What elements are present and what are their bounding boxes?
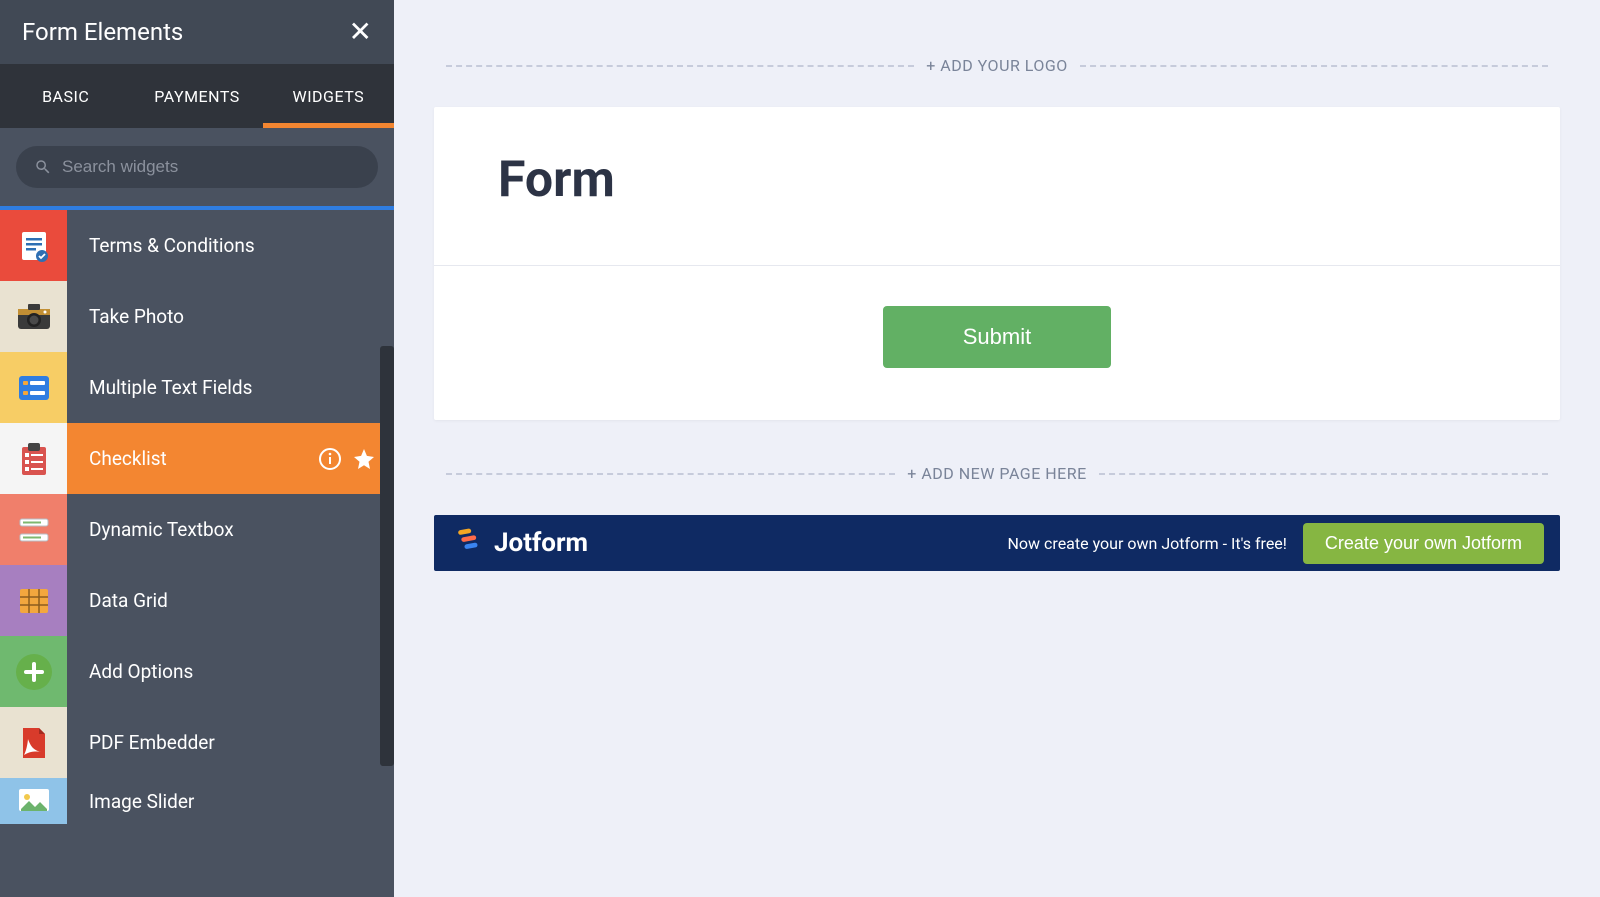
image-slider-icon (0, 778, 67, 824)
close-icon[interactable]: ✕ (349, 18, 372, 46)
promo-text: Now create your own Jotform - It's free! (1008, 534, 1287, 553)
jotform-logo-icon (454, 525, 484, 562)
form-title: Form (498, 151, 1496, 209)
add-page-label: + ADD NEW PAGE HERE (907, 464, 1086, 483)
tab-label: BASIC (42, 87, 89, 106)
promo-brand: Jotform (494, 528, 588, 558)
search-box[interactable] (16, 146, 378, 188)
pdf-icon (0, 707, 67, 778)
grid-icon (0, 565, 67, 636)
widget-terms-and-conditions[interactable]: Terms & Conditions (0, 210, 394, 281)
tab-widgets[interactable]: WIDGETS (263, 64, 394, 128)
promo-bar: Jotform Now create your own Jotform - It… (434, 515, 1560, 571)
widget-checklist[interactable]: Checklist (0, 423, 394, 494)
widget-dynamic-textbox[interactable]: Dynamic Textbox (0, 494, 394, 565)
search-wrap (0, 128, 394, 206)
submit-button[interactable]: Submit (883, 306, 1111, 368)
sidebar: Form Elements ✕ BASIC PAYMENTS WIDGETS T… (0, 0, 394, 897)
widget-multiple-text-fields[interactable]: Multiple Text Fields (0, 352, 394, 423)
sidebar-title: Form Elements (22, 18, 183, 46)
promo-logo: Jotform (454, 525, 588, 562)
add-logo-divider[interactable]: + ADD YOUR LOGO (434, 56, 1560, 75)
sidebar-tabs: BASIC PAYMENTS WIDGETS (0, 64, 394, 128)
promo-cta-button[interactable]: Create your own Jotform (1303, 523, 1544, 564)
widget-label: Dynamic Textbox (67, 518, 394, 541)
plus-icon (0, 636, 67, 707)
add-page-divider[interactable]: + ADD NEW PAGE HERE (434, 464, 1560, 483)
widget-label: Add Options (67, 660, 394, 683)
camera-icon (0, 281, 67, 352)
form-submit-area: Submit (434, 266, 1560, 420)
widget-label: Terms & Conditions (67, 234, 394, 257)
info-icon[interactable] (318, 447, 342, 471)
dynamic-textbox-icon (0, 494, 67, 565)
scrollbar[interactable] (380, 346, 394, 766)
widget-take-photo[interactable]: Take Photo (0, 281, 394, 352)
document-check-icon (0, 210, 67, 281)
tab-payments[interactable]: PAYMENTS (131, 64, 262, 128)
star-icon[interactable] (352, 447, 376, 471)
checklist-icon (0, 423, 67, 494)
widget-pdf-embedder[interactable]: PDF Embedder (0, 707, 394, 778)
search-icon (34, 158, 52, 176)
search-input[interactable] (62, 157, 360, 177)
form-card: Form Submit (434, 107, 1560, 420)
widget-label: Data Grid (67, 589, 394, 612)
widget-label: Take Photo (67, 305, 394, 328)
widget-image-slider[interactable]: Image Slider (0, 778, 394, 824)
widget-add-options[interactable]: Add Options (0, 636, 394, 707)
widget-label: PDF Embedder (67, 731, 394, 754)
form-canvas: + ADD YOUR LOGO Form Submit + ADD NEW PA… (394, 0, 1600, 897)
text-fields-icon (0, 352, 67, 423)
widget-list[interactable]: Terms & Conditions Take Photo Multiple T… (0, 206, 394, 897)
widget-label: Multiple Text Fields (67, 376, 394, 399)
sidebar-header: Form Elements ✕ (0, 0, 394, 64)
tab-label: WIDGETS (293, 87, 365, 106)
add-logo-label: + ADD YOUR LOGO (926, 56, 1068, 75)
widget-label: Checklist (67, 447, 318, 470)
widget-data-grid[interactable]: Data Grid (0, 565, 394, 636)
tab-label: PAYMENTS (154, 87, 240, 106)
form-title-area[interactable]: Form (434, 107, 1560, 266)
widget-label: Image Slider (67, 790, 394, 813)
tab-basic[interactable]: BASIC (0, 64, 131, 128)
